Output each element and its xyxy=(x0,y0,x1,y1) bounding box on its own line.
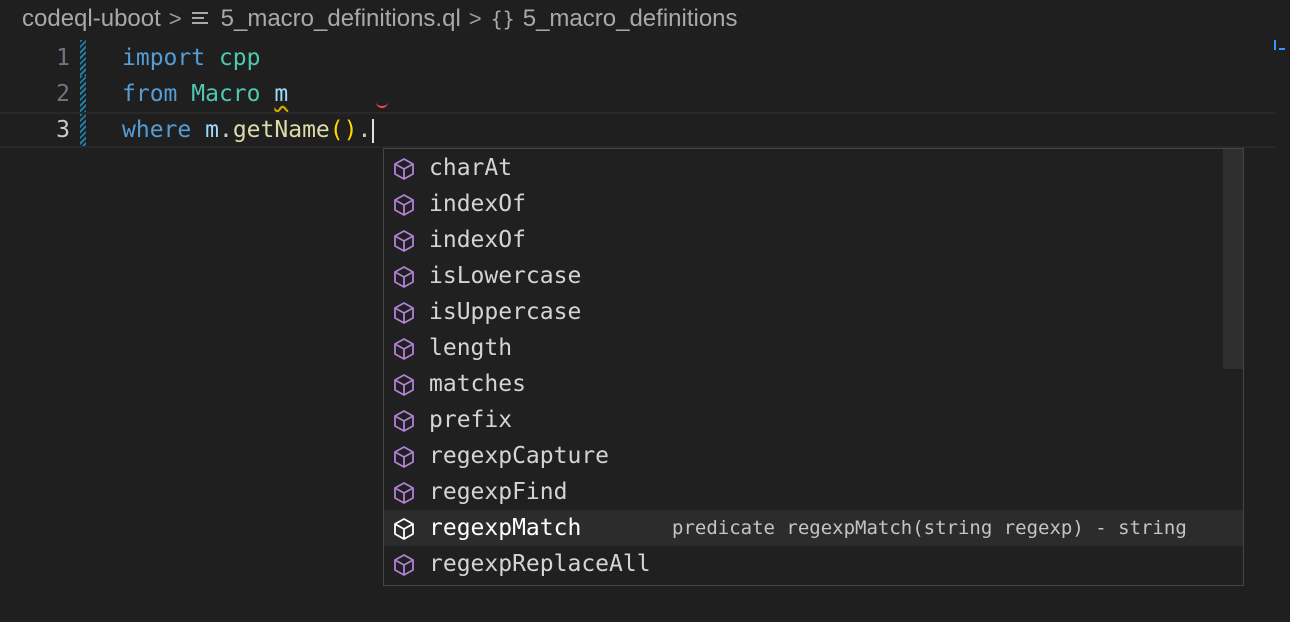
keyword-token: from xyxy=(122,81,178,107)
operator-token: . xyxy=(218,117,233,143)
code-text: from Macro m xyxy=(122,76,288,112)
bracket-token: ( xyxy=(329,117,344,143)
function-token: getName xyxy=(232,117,330,143)
method-cube-icon xyxy=(392,265,416,289)
suggest-item[interactable]: charAt xyxy=(384,150,1224,186)
suggest-item[interactable]: regexpFind xyxy=(384,474,1224,510)
suggest-item[interactable]: regexpReplaceAll xyxy=(384,546,1224,582)
suggest-item[interactable]: matches xyxy=(384,366,1224,402)
braces-icon: {} xyxy=(490,7,515,31)
suggest-item-label: isUppercase xyxy=(429,299,582,325)
suggest-item-selected[interactable]: regexpMatch predicate regexpMatch(string … xyxy=(384,510,1243,546)
method-cube-icon xyxy=(392,409,416,433)
method-cube-icon xyxy=(392,481,416,505)
text-cursor xyxy=(372,118,375,143)
keyword-token: import xyxy=(122,45,206,71)
breadcrumb-file[interactable]: 5_macro_definitions.ql xyxy=(221,5,461,33)
code-line: 1 import cpp xyxy=(0,40,1275,76)
suggest-item-detail: predicate regexpMatch(string regexp) - s… xyxy=(672,517,1187,539)
method-cube-icon xyxy=(392,445,416,469)
breadcrumb: codeql-uboot > 5_macro_definitions.ql > … xyxy=(22,0,738,38)
suggest-item-label: prefix xyxy=(429,407,513,433)
bracket-token: ) xyxy=(343,117,358,143)
breadcrumb-workspace[interactable]: codeql-uboot xyxy=(22,5,161,33)
method-cube-icon xyxy=(392,337,416,361)
operator-token: . xyxy=(357,117,372,143)
suggest-item[interactable]: regexpCapture xyxy=(384,438,1224,474)
chevron-right-icon: > xyxy=(468,6,482,31)
line-number: 3 xyxy=(56,117,70,143)
method-cube-icon xyxy=(392,157,416,181)
suggest-widget[interactable]: charAt indexOf indexOf isLowercase isUpperca… xyxy=(383,148,1244,586)
file-lines-icon xyxy=(191,5,209,33)
variable-token: m xyxy=(205,117,219,143)
suggest-item-label: indexOf xyxy=(429,191,526,217)
module-token: cpp xyxy=(218,45,261,71)
suggest-item[interactable]: indexOf xyxy=(384,186,1224,222)
suggest-item-label: length xyxy=(429,335,513,361)
code-text: import cpp xyxy=(122,40,261,76)
suggest-item-label: indexOf xyxy=(429,227,526,253)
method-cube-icon xyxy=(392,193,416,217)
gutter-change-marker xyxy=(80,40,86,76)
method-cube-icon xyxy=(392,517,416,541)
suggest-item-label: regexpMatch xyxy=(429,515,582,541)
suggest-item[interactable]: prefix xyxy=(384,402,1224,438)
suggest-item-label: regexpFind xyxy=(429,479,568,505)
suggest-item[interactable]: isLowercase xyxy=(384,258,1224,294)
suggest-item-label: regexpCapture xyxy=(429,443,610,469)
suggest-item[interactable]: isUppercase xyxy=(384,294,1224,330)
suggest-item-label: matches xyxy=(429,371,526,397)
chevron-right-icon: > xyxy=(168,6,182,31)
method-cube-icon xyxy=(392,373,416,397)
method-cube-icon xyxy=(392,301,416,325)
gutter-change-marker xyxy=(80,114,86,146)
keyword-token: where xyxy=(122,117,192,143)
code-text: where m.getName(). xyxy=(122,114,375,146)
suggest-item-label: regexpReplaceAll xyxy=(429,551,651,577)
method-cube-icon xyxy=(392,229,416,253)
suggest-item[interactable]: length xyxy=(384,330,1224,366)
suggest-item[interactable]: indexOf xyxy=(384,222,1224,258)
code-line: 2 from Macro m xyxy=(0,76,1275,112)
line-number: 1 xyxy=(56,45,70,71)
suggest-scrollbar[interactable] xyxy=(1223,149,1243,369)
gutter-change-marker xyxy=(80,76,86,112)
variable-token: m xyxy=(274,81,289,107)
suggest-item-label: charAt xyxy=(429,155,513,181)
code-line-current: 3 where m.getName(). xyxy=(0,112,1275,148)
method-cube-icon xyxy=(392,553,416,577)
suggest-item-label: isLowercase xyxy=(429,263,582,289)
line-number: 2 xyxy=(56,81,70,107)
breadcrumb-symbol[interactable]: 5_macro_definitions xyxy=(523,5,738,33)
type-token: Macro xyxy=(191,81,261,107)
